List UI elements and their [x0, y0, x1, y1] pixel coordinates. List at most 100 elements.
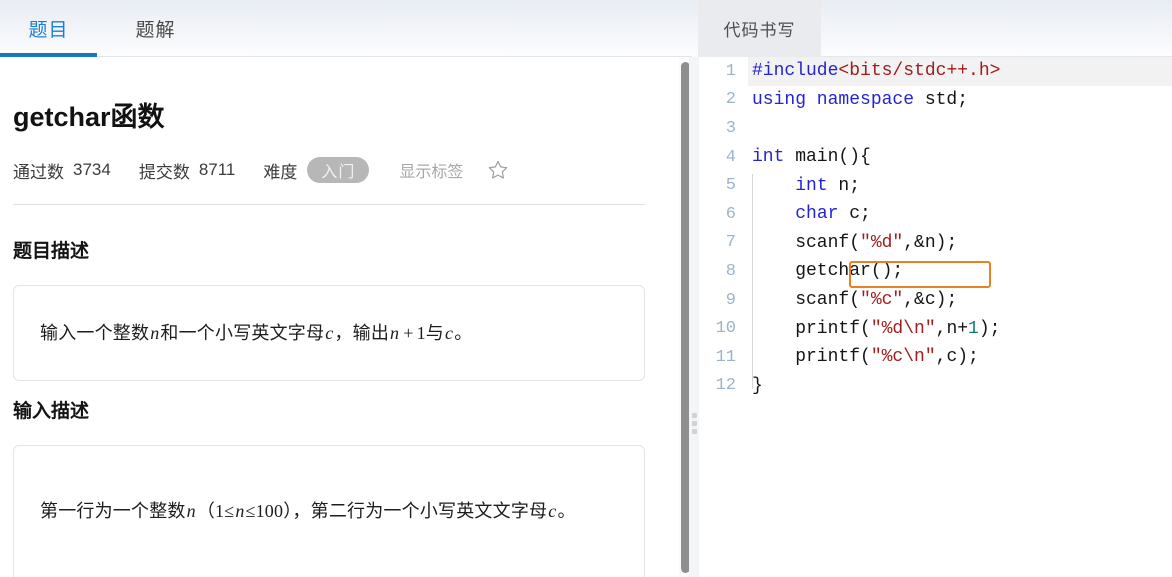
problem-stats-row: 通过数 3734 提交数 8711 难度 入门 显示标签	[13, 155, 509, 185]
tab-problem[interactable]: 题目	[0, 0, 97, 57]
code-line-list: 1 #include<bits/stdc++.h> 2 using namespace…	[699, 57, 1172, 400]
code-token: );	[978, 318, 1001, 339]
code-line-text: scanf("%c",&c);	[748, 290, 957, 310]
code-line-text: int main(){	[748, 147, 871, 167]
code-token: scanf(	[752, 232, 861, 253]
input-number-upper: 100	[255, 501, 284, 521]
line-number: 11	[715, 347, 736, 367]
desc-var-c-2: c	[445, 323, 454, 343]
section-heading-description: 题目描述	[13, 241, 90, 262]
input-text-part-2: （	[196, 501, 216, 521]
problem-pane: getchar函数 通过数 3734 提交数 8711 难度 入门 显示标签 题…	[0, 57, 679, 577]
code-token: printf(	[752, 318, 871, 339]
line-number: 9	[725, 290, 736, 310]
desc-operator-plus: +	[403, 323, 414, 343]
code-token: int	[795, 175, 828, 196]
code-line[interactable]: 7 scanf("%d",&n);	[699, 229, 1172, 258]
code-line[interactable]: 9 scanf("%c",&c);	[699, 286, 1172, 315]
code-token: getchar();	[752, 261, 904, 282]
line-number: 8	[725, 261, 736, 281]
desc-text-part-5: 。	[454, 323, 473, 343]
code-line[interactable]: 6 char c;	[699, 200, 1172, 229]
code-line[interactable]: 11 printf("%c\n",c);	[699, 343, 1172, 372]
line-number: 7	[725, 233, 736, 253]
code-line-text: char c;	[748, 204, 871, 224]
right-tab-group: 代码书写	[692, 0, 1172, 57]
code-line[interactable]: 10 printf("%d\n",n+1);	[699, 314, 1172, 343]
difficulty-label: 难度	[263, 162, 298, 182]
code-line[interactable]: 12}	[699, 372, 1172, 401]
header-divider	[13, 204, 645, 205]
input-text-part-3: ），第二行为一个小写英文	[283, 501, 493, 521]
desc-text-part-3: ，输出	[334, 323, 390, 343]
section-heading-input: 输入描述	[13, 401, 90, 422]
line-number: 2	[725, 90, 736, 110]
input-var-n-2: n	[235, 501, 245, 521]
input-rel-2: ≤	[245, 501, 256, 521]
line-number: 1	[725, 61, 736, 81]
input-var-n-1: n	[186, 501, 196, 521]
page-title: getchar函数	[13, 102, 165, 132]
code-token: ,&c);	[903, 290, 958, 311]
accepted-count-label: 通过数	[13, 162, 64, 182]
input-description-text: 第一行为一个整数n（1≤n≤100），第二行为一个小写英文文字母c。	[14, 446, 644, 532]
input-number-lower: 1	[215, 501, 225, 521]
handle-dot-1	[692, 413, 697, 418]
input-var-c: c	[548, 501, 557, 521]
star-outline-icon[interactable]	[487, 159, 509, 181]
code-line-text: getchar();	[748, 261, 903, 281]
code-line[interactable]: 2 using namespace std;	[699, 86, 1172, 115]
input-text-part-1: 第一行为一个整数	[40, 501, 186, 521]
submitted-count-value: 8711	[198, 160, 236, 179]
code-line-text: scanf("%d",&n);	[748, 233, 957, 253]
code-token: ,&n);	[903, 232, 958, 253]
line-number: 12	[715, 376, 736, 396]
input-text-part-5: 。	[557, 501, 576, 521]
desc-var-n-2: n	[390, 323, 400, 343]
tab-solutions[interactable]: 题解	[97, 0, 214, 57]
desc-number-1: 1	[416, 323, 426, 343]
line-number: 3	[725, 118, 736, 138]
tab-code-editor[interactable]: 代码书写	[698, 0, 821, 57]
desc-var-c-1: c	[325, 323, 334, 343]
code-editor[interactable]: 1 #include<bits/stdc++.h> 2 using namespace…	[699, 57, 1172, 577]
code-line-text: }	[748, 376, 763, 396]
desc-var-n-1: n	[150, 323, 160, 343]
code-token: main(){	[784, 147, 871, 168]
description-text: 输入一个整数n和一个小写英文字母c，输出n +1与c。	[14, 286, 644, 354]
left-tab-group: 题目 题解	[0, 0, 692, 57]
code-token: 1	[968, 318, 979, 339]
code-line-text: using namespace std;	[748, 90, 968, 110]
code-token: "%c\n"	[870, 347, 936, 368]
code-line[interactable]: 4 int main(){	[699, 143, 1172, 172]
code-line[interactable]: 8 getchar();	[699, 257, 1172, 286]
accepted-count-value: 3734	[73, 160, 111, 179]
pane-splitter-drag-handle[interactable]	[692, 413, 697, 434]
code-line-text: int n;	[748, 176, 860, 196]
code-token: scanf(	[752, 290, 861, 311]
desc-text-part-2: 和一个小写英文字母	[160, 323, 325, 343]
code-line[interactable]: 5 int n;	[699, 171, 1172, 200]
code-token: #include	[752, 61, 839, 82]
code-line[interactable]: 3	[699, 114, 1172, 143]
pane-splitter[interactable]	[689, 57, 699, 577]
code-line-text: printf("%c\n",c);	[748, 347, 979, 367]
input-rel-1: ≤	[224, 501, 235, 521]
input-description-card: 第一行为一个整数n（1≤n≤100），第二行为一个小写英文文字母c。	[13, 445, 645, 577]
code-token: n;	[827, 175, 861, 196]
show-tags-button[interactable]: 显示标签	[399, 158, 463, 182]
line-number: 4	[725, 147, 736, 167]
desc-text-part-4: 与	[425, 323, 444, 343]
code-token: "%d\n"	[870, 318, 936, 339]
code-indent-guide	[752, 174, 753, 389]
problem-page: 题目 题解 代码书写 getchar函数 通过数 3734 提交数 8711 难…	[0, 0, 1172, 577]
line-number: 10	[715, 319, 736, 339]
code-token: c;	[838, 204, 871, 225]
code-token: char	[795, 204, 839, 225]
code-token: ,n+	[935, 318, 969, 339]
code-line[interactable]: 1 #include<bits/stdc++.h>	[699, 57, 1172, 86]
code-line-text: #include<bits/stdc++.h>	[748, 61, 1000, 81]
code-token: std;	[914, 89, 969, 110]
status-badge[interactable]: 入门	[307, 157, 370, 183]
